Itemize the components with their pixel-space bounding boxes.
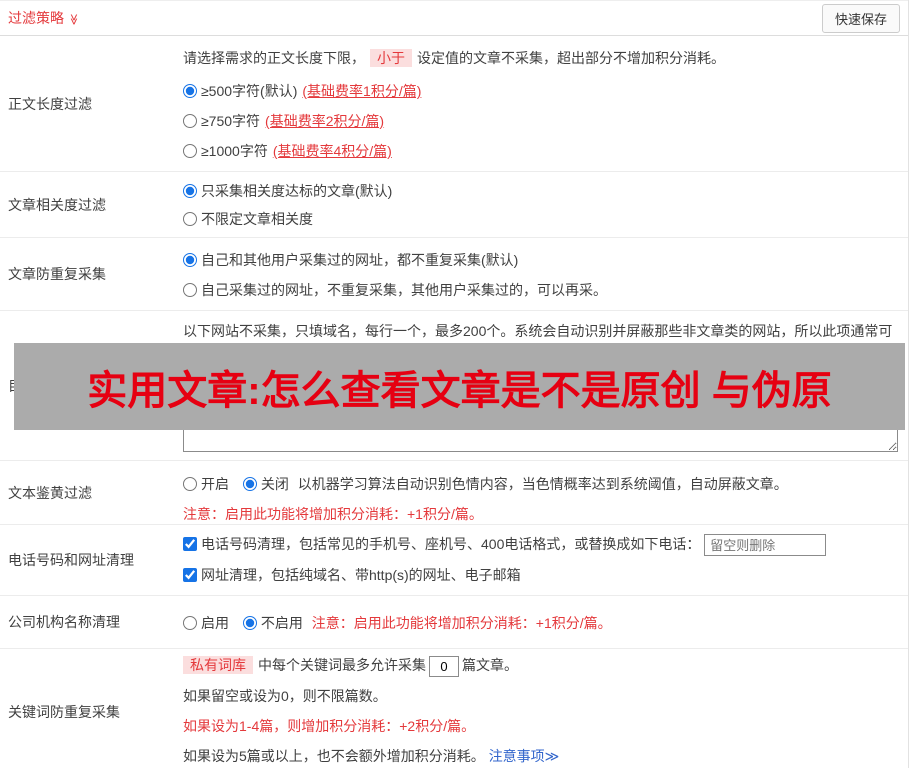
radio-length-750-note: (基础费率2积分/篇) [265,113,385,129]
porn-filter-desc: 以机器学习算法自动识别色情内容，当色情概率达到系统阈值，自动屏蔽文章。 [297,476,788,492]
radio-option-porn-on[interactable]: 开启 [183,476,233,492]
section-relevance-label: 文章相关度过滤 [8,196,106,213]
radio-company-on[interactable] [183,616,197,631]
section-company-clean: 公司机构名称清理 启用 不启用 注意：启用此功能将增加积分消耗：+1积分/篇。 [0,596,908,650]
radio-option-porn-off[interactable]: 关闭 [242,476,293,492]
porn-filter-note: 注意：启用此功能将增加积分消耗：+1积分/篇。 [183,506,483,522]
watermark-text: 实用文章:怎么查看文章是不是原创 与伪原 [87,368,832,413]
radio-length-750-label: ≥750字符 [201,113,261,129]
section-content-length: 正文长度过滤 请选择需求的正文长度下限， 小于 设定值的文章不采集，超出部分不增加积… [0,36,908,172]
radio-porn-on[interactable] [183,477,197,491]
content-length-intro: 请选择需求的正文长度下限， 小于 设定值的文章不采集，超出部分不增加积分消耗。 [183,48,898,68]
radio-relevance-any[interactable] [183,212,197,226]
section-porn-filter-label: 文本鉴黄过滤 [8,484,92,501]
radio-option-length-750[interactable]: ≥750字符 (基础费率2积分/篇) [183,113,384,129]
radio-length-1000-note: (基础费率4积分/篇) [272,143,392,159]
page-title[interactable]: 过滤策略 ≫ [8,8,80,28]
radio-dedup-self-label: 自己采集过的网址，不重复采集，其他用户采集过的，可以再采。 [201,282,607,298]
company-clean-note: 注意：启用此功能将增加积分消耗：+1积分/篇。 [311,615,612,632]
radio-option-length-1000[interactable]: ≥1000字符 (基础费率4积分/篇) [183,143,392,159]
radio-relevance-strict[interactable] [183,184,197,198]
keyword-limit-input[interactable] [429,656,459,678]
radio-length-1000[interactable] [183,144,197,158]
radio-length-500[interactable] [183,84,197,98]
section-porn-filter: 文本鉴黄过滤 开启 关闭 以机器学习算法自动识别色情内容，当色情概率达到系统阈值… [0,461,908,525]
radio-dedup-global[interactable] [183,253,197,267]
radio-relevance-strict-label: 只采集相关度达标的文章(默认) [201,183,393,199]
topbar: 过滤策略 ≫ 快速保存 [0,0,908,36]
radio-option-dedup-self[interactable]: 自己采集过的网址，不重复采集，其他用户采集过的，可以再采。 [183,282,607,298]
radio-company-off-label: 不启用 [260,615,303,632]
watermark-overlay: 实用文章:怎么查看文章是不是原创 与伪原 [14,343,905,430]
radio-length-1000-label: ≥1000字符 [201,143,268,159]
section-company-clean-label: 公司机构名称清理 [8,614,120,631]
section-dedup: 文章防重复采集 自己和其他用户采集过的网址，都不重复采集(默认) 自己采集过的网… [0,238,908,311]
radio-option-relevance-strict[interactable]: 只采集相关度达标的文章(默认) [183,183,392,199]
keyword-rule-5plus: 如果设为5篇或以上，也不会额外增加积分消耗。 [183,748,485,765]
section-phone-url-clean: 电话号码和网址清理 电话号码清理，包括常见的手机号、座机号、400电话格式，或替… [0,525,908,597]
chevron-down-icon: ≫ [67,13,80,26]
radio-dedup-self[interactable] [183,283,197,297]
keyword-rule-1-4: 如果设为1-4篇，则增加积分消耗：+2积分/篇。 [183,718,476,735]
radio-length-750[interactable] [183,114,197,128]
checkbox-url-clean[interactable] [183,568,197,583]
radio-option-company-on[interactable]: 启用 [183,615,233,631]
radio-porn-off[interactable] [242,477,257,491]
checkbox-option-phone-clean[interactable]: 电话号码清理，包括常见的手机号、座机号、400电话格式，或替换成如下电话： [183,536,704,552]
keyword-limit-suffix: 篇文章。 [462,657,518,674]
section-phone-url-clean-label: 电话号码和网址清理 [8,552,134,569]
notice-link[interactable]: 注意事项≫ [489,748,560,764]
keyword-limit-text: 中每个关键词最多允许采集 [258,657,426,674]
checkbox-url-clean-label: 网址清理，包括纯域名、带http(s)的网址、电子邮箱 [201,567,521,584]
checkbox-option-url-clean[interactable]: 网址清理，包括纯域名、带http(s)的网址、电子邮箱 [183,567,521,583]
section-keyword-dedup: 关键词防重复采集 私有词库中每个关键词最多允许采集 篇文章。 如果留空或设为0，则… [0,649,908,768]
page-title-text: 过滤策略 [8,10,64,26]
radio-company-off[interactable] [242,616,257,631]
radio-length-500-note: (基础费率1积分/篇) [302,83,422,99]
radio-option-company-off[interactable]: 不启用 [242,615,307,632]
checkbox-phone-clean[interactable] [183,537,197,551]
section-relevance: 文章相关度过滤 只采集相关度达标的文章(默认) 不限定文章相关度 [0,172,908,238]
section-content-length-label: 正文长度过滤 [8,95,92,112]
keyword-rule-zero: 如果留空或设为0，则不限篇数。 [183,688,387,705]
radio-relevance-any-label: 不限定文章相关度 [201,211,313,227]
replacement-phone-input[interactable] [704,534,827,557]
quick-save-button[interactable]: 快速保存 [821,3,900,33]
radio-option-length-500[interactable]: ≥500字符(默认) (基础费率1积分/篇) [183,83,421,99]
radio-length-500-label: ≥500字符(默认) [201,83,298,99]
private-thesaurus-highlight: 私有词库 [183,656,253,675]
radio-porn-off-label: 关闭 [260,476,289,492]
radio-option-dedup-global[interactable]: 自己和其他用户采集过的网址，都不重复采集(默认) [183,252,518,268]
radio-company-on-label: 启用 [201,615,229,632]
intro-post-text: 设定值的文章不采集，超出部分不增加积分消耗。 [417,50,725,66]
checkbox-phone-clean-label: 电话号码清理，包括常见的手机号、座机号、400电话格式，或替换成如下电话： [201,536,701,552]
intro-pre-text: 请选择需求的正文长度下限， [183,50,365,66]
radio-porn-on-label: 开启 [201,476,229,492]
less-than-highlight: 小于 [370,49,412,67]
radio-option-relevance-any[interactable]: 不限定文章相关度 [183,211,313,227]
section-keyword-dedup-label: 关键词防重复采集 [8,704,120,721]
section-dedup-label: 文章防重复采集 [8,266,106,282]
radio-dedup-global-label: 自己和其他用户采集过的网址，都不重复采集(默认) [201,252,519,268]
